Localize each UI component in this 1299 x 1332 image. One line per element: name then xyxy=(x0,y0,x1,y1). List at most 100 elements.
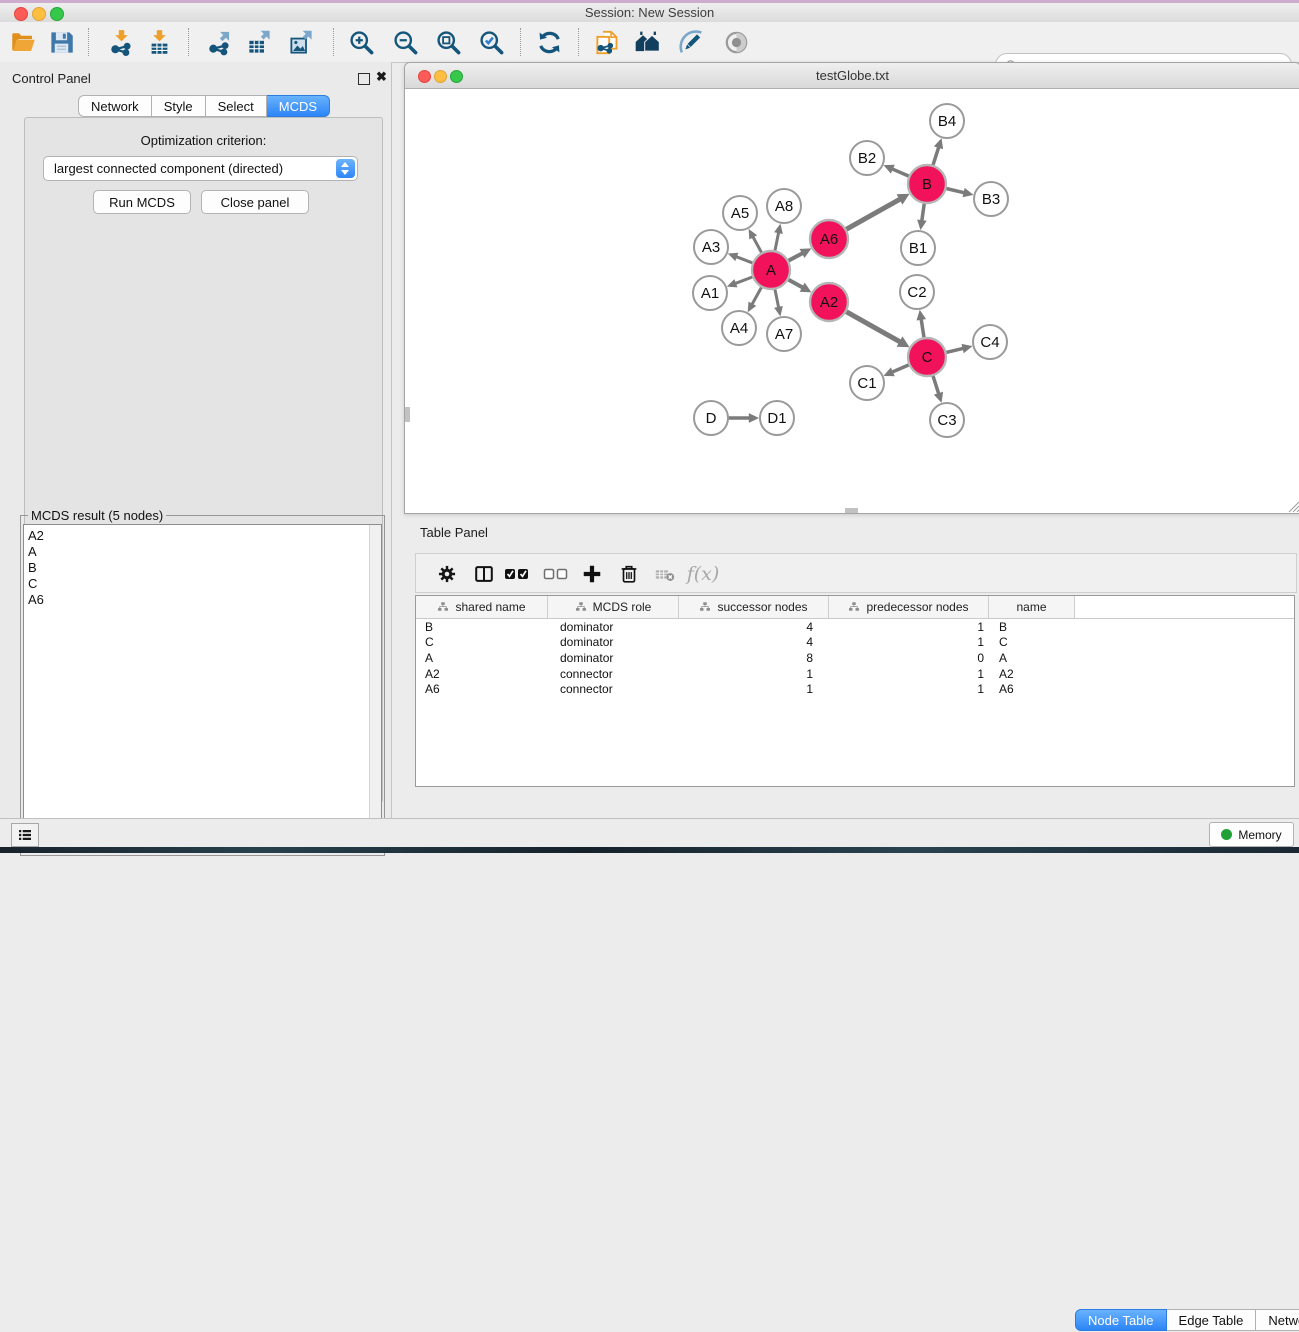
memory-button[interactable]: Memory xyxy=(1209,822,1294,847)
import-table-icon[interactable] xyxy=(144,27,174,57)
control-tab-select[interactable]: Select xyxy=(206,95,267,117)
table-cell: A2 xyxy=(989,667,1075,681)
mcds-result-item[interactable]: A2 xyxy=(24,528,369,544)
column-header-shared-name[interactable]: shared name xyxy=(416,596,548,618)
home-icon[interactable] xyxy=(632,27,662,57)
table-row[interactable]: A2connector11A2 xyxy=(416,666,1294,682)
run-mcds-button[interactable]: Run MCDS xyxy=(93,190,191,214)
table-row[interactable]: Cdominator41C xyxy=(416,635,1294,651)
open-file-icon[interactable] xyxy=(8,27,38,57)
graph-canvas[interactable]: A B C A2 A6 A1 A3 A4 A5 A7 A8 B1 B2 B3 B4 C1 C2 C3 C4 D D1 xyxy=(405,89,1298,512)
graph-node-A2[interactable]: A2 xyxy=(810,283,848,321)
control-tab-network[interactable]: Network xyxy=(78,95,152,117)
graph-node-B4[interactable]: B4 xyxy=(930,104,964,138)
svg-text:D: D xyxy=(706,410,717,427)
zoom-window-button[interactable] xyxy=(50,7,64,21)
graph-node-C1[interactable]: C1 xyxy=(850,366,884,400)
refresh-icon[interactable] xyxy=(534,27,564,57)
vertical-scrollbar-handle[interactable] xyxy=(405,407,410,422)
graph-node-D1[interactable]: D1 xyxy=(760,401,794,435)
result-list-scrollbar[interactable] xyxy=(369,525,381,852)
table-tab-network-table[interactable]: Network Table xyxy=(1256,1309,1299,1331)
table-cell: A6 xyxy=(989,682,1075,696)
hide-annotations-icon[interactable] xyxy=(676,27,706,57)
graph-node-A4[interactable]: A4 xyxy=(722,311,756,345)
mcds-result-item[interactable]: A xyxy=(24,544,369,560)
memory-status-icon xyxy=(1221,829,1232,840)
export-table-icon[interactable] xyxy=(244,27,274,57)
graph-node-A6[interactable]: A6 xyxy=(810,220,848,258)
show-graphics-details-icon[interactable] xyxy=(721,27,751,57)
graph-node-A5[interactable]: A5 xyxy=(723,196,757,230)
graph-node-A1[interactable]: A1 xyxy=(693,276,727,310)
close-network-window-button[interactable] xyxy=(418,70,431,83)
clone-network-icon[interactable] xyxy=(592,27,622,57)
graph-node-C4[interactable]: C4 xyxy=(973,325,1007,359)
table-row[interactable]: A6connector11A6 xyxy=(416,681,1294,697)
zoom-selected-icon[interactable] xyxy=(476,27,506,57)
zoom-in-icon[interactable] xyxy=(346,27,376,57)
graph-node-A3[interactable]: A3 xyxy=(694,230,728,264)
float-panel-icon[interactable] xyxy=(358,73,370,85)
mcds-result-item[interactable]: A6 xyxy=(24,592,369,608)
node-table[interactable]: shared name MCDS role successor nodes prede… xyxy=(415,595,1295,787)
export-image-icon[interactable] xyxy=(286,27,316,57)
graph-node-B[interactable]: B xyxy=(908,165,946,203)
table-tree-icon xyxy=(437,601,449,613)
resize-grip[interactable] xyxy=(1286,499,1299,513)
gear-icon[interactable] xyxy=(434,561,460,587)
column-header-MCDS-role[interactable]: MCDS role xyxy=(548,596,679,618)
mcds-tab-content: Optimization criterion: largest connecte… xyxy=(24,117,383,803)
graph-node-C3[interactable]: C3 xyxy=(930,403,964,437)
zoom-fit-icon[interactable] xyxy=(433,27,463,57)
graph-node-C[interactable]: C xyxy=(908,338,946,376)
column-header-label: shared name xyxy=(455,600,525,614)
zoom-network-window-button[interactable] xyxy=(450,70,463,83)
save-session-icon[interactable] xyxy=(46,27,76,57)
table-row[interactable]: Bdominator41B xyxy=(416,619,1294,635)
columns-icon[interactable] xyxy=(471,561,497,587)
add-column-icon[interactable] xyxy=(579,561,605,587)
delete-column-icon[interactable] xyxy=(616,561,642,587)
deselect-all-icon[interactable] xyxy=(543,561,569,587)
table-cell: 4 xyxy=(679,620,829,634)
graph-node-B1[interactable]: B1 xyxy=(901,231,935,265)
zoom-out-icon[interactable] xyxy=(390,27,420,57)
svg-text:A6: A6 xyxy=(820,231,838,248)
graph-node-C2[interactable]: C2 xyxy=(900,275,934,309)
control-tab-mcds[interactable]: MCDS xyxy=(267,95,330,117)
column-header-successor-nodes[interactable]: successor nodes xyxy=(679,596,829,618)
task-history-button[interactable] xyxy=(11,823,39,847)
table-cell: connector xyxy=(548,667,679,681)
graph-node-D[interactable]: D xyxy=(694,401,728,435)
table-tab-edge-table[interactable]: Edge Table xyxy=(1167,1309,1257,1331)
control-tab-style[interactable]: Style xyxy=(152,95,206,117)
graph-node-A8[interactable]: A8 xyxy=(767,189,801,223)
column-header-predecessor-nodes[interactable]: predecessor nodes xyxy=(829,596,989,618)
column-header-label: successor nodes xyxy=(717,600,807,614)
mcds-result-list[interactable]: A2ABCA6 xyxy=(23,524,382,853)
horizontal-scrollbar-handle[interactable] xyxy=(845,508,858,513)
mcds-result-item[interactable]: B xyxy=(24,560,369,576)
close-panel-icon[interactable]: ✖ xyxy=(376,70,387,84)
export-network-icon[interactable] xyxy=(204,27,234,57)
graph-node-B2[interactable]: B2 xyxy=(850,141,884,175)
table-tab-node-table[interactable]: Node Table xyxy=(1075,1309,1167,1331)
svg-text:A7: A7 xyxy=(775,326,793,343)
mcds-result-item[interactable]: C xyxy=(24,576,369,592)
table-row[interactable]: Adominator80A xyxy=(416,650,1294,666)
minimize-window-button[interactable] xyxy=(32,7,46,21)
graph-node-A[interactable]: A xyxy=(752,251,790,289)
svg-text:B4: B4 xyxy=(938,113,956,130)
graph-node-A7[interactable]: A7 xyxy=(767,317,801,351)
graph-node-B3[interactable]: B3 xyxy=(974,182,1008,216)
select-all-icon[interactable] xyxy=(504,561,530,587)
table-cell: 1 xyxy=(829,682,989,696)
criterion-select[interactable]: largest connected component (directed) xyxy=(43,156,358,181)
table-cell: 4 xyxy=(679,635,829,649)
minimize-network-window-button[interactable] xyxy=(434,70,447,83)
import-network-icon[interactable] xyxy=(106,27,136,57)
close-window-button[interactable] xyxy=(14,7,28,21)
column-header-name[interactable]: name xyxy=(989,596,1075,618)
close-panel-button[interactable]: Close panel xyxy=(201,190,309,214)
